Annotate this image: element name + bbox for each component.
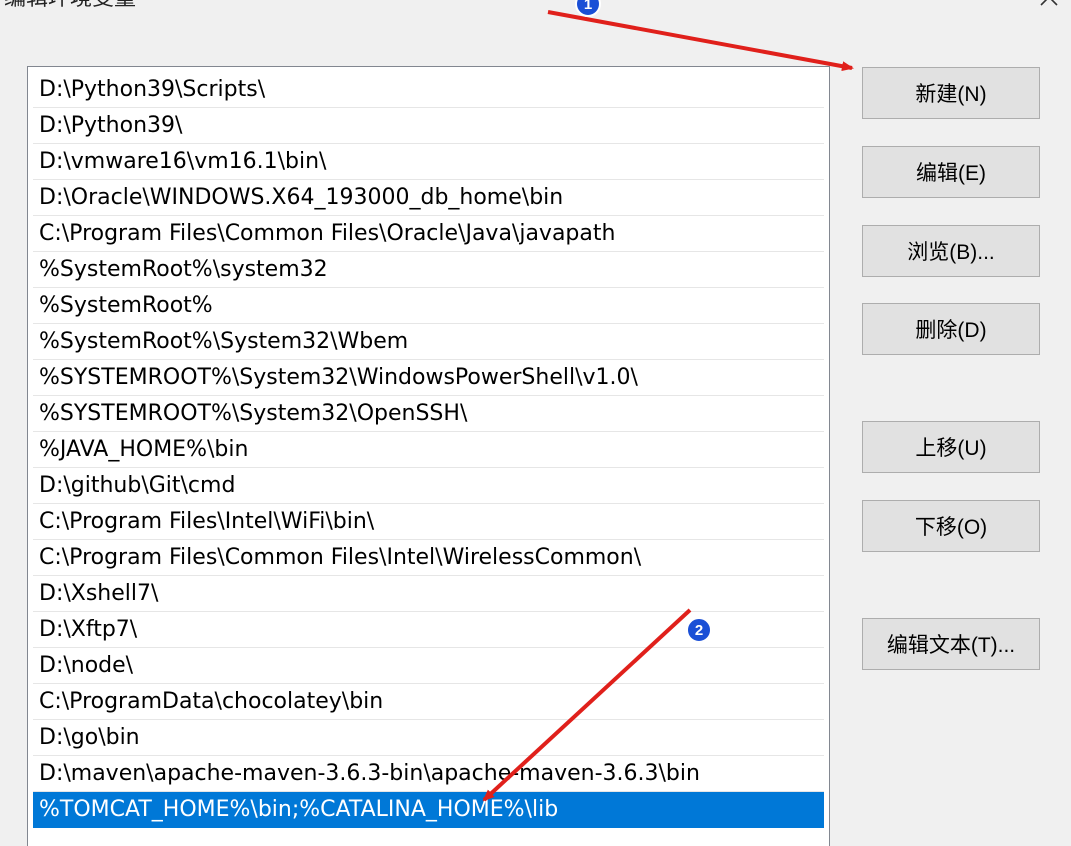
- list-item[interactable]: %JAVA_HOME%\bin: [33, 432, 824, 468]
- close-icon: [1040, 0, 1058, 6]
- list-item[interactable]: C:\Program Files\Intel\WiFi\bin\: [33, 504, 824, 540]
- list-item[interactable]: D:\github\Git\cmd: [33, 468, 824, 504]
- list-item[interactable]: D:\Xftp7\: [33, 612, 824, 648]
- move-down-button[interactable]: 下移(O): [862, 500, 1040, 552]
- list-item[interactable]: %SystemRoot%\System32\Wbem: [33, 324, 824, 360]
- path-list[interactable]: D:\Python39\Scripts\ D:\Python39\ D:\vmwar…: [27, 66, 830, 846]
- move-up-button[interactable]: 上移(U): [862, 421, 1040, 473]
- list-item[interactable]: %SystemRoot%: [33, 288, 824, 324]
- list-item[interactable]: D:\Python39\Scripts\: [33, 72, 824, 108]
- list-item[interactable]: %SystemRoot%\system32: [33, 252, 824, 288]
- list-item[interactable]: D:\Oracle\WINDOWS.X64_193000_db_home\bin: [33, 180, 824, 216]
- title-bar: 编辑环境变量: [0, 0, 1071, 12]
- list-item[interactable]: %SYSTEMROOT%\System32\OpenSSH\: [33, 396, 824, 432]
- list-item[interactable]: D:\maven\apache-maven-3.6.3-bin\apache-m…: [33, 756, 824, 792]
- list-item[interactable]: C:\ProgramData\chocolatey\bin: [33, 684, 824, 720]
- new-button[interactable]: 新建(N): [862, 67, 1040, 119]
- edit-text-button[interactable]: 编辑文本(T)...: [862, 618, 1040, 670]
- list-item-selected[interactable]: %TOMCAT_HOME%\bin;%CATALINA_HOME%\lib: [33, 792, 824, 828]
- list-item[interactable]: D:\vmware16\vm16.1\bin\: [33, 144, 824, 180]
- list-item[interactable]: C:\Program Files\Common Files\Oracle\Jav…: [33, 216, 824, 252]
- edit-environment-variable-dialog: 编辑环境变量 D:\Python39\Scripts\D:\Python39\D…: [0, 0, 1071, 846]
- list-item[interactable]: D:\Xshell7\: [33, 576, 824, 612]
- list-item[interactable]: C:\Program Files\Common Files\Intel\Wire…: [33, 540, 824, 576]
- list-item[interactable]: %SYSTEMROOT%\System32\WindowsPowerShell\…: [33, 360, 824, 396]
- list-item[interactable]: D:\node\: [33, 648, 824, 684]
- close-button[interactable]: [1027, 0, 1071, 12]
- edit-button[interactable]: 编辑(E): [862, 146, 1040, 198]
- list-item[interactable]: D:\go\bin: [33, 720, 824, 756]
- delete-button[interactable]: 删除(D): [862, 303, 1040, 355]
- list-item[interactable]: D:\Python39\: [33, 108, 824, 144]
- browse-button[interactable]: 浏览(B)...: [862, 225, 1040, 277]
- dialog-title: 编辑环境变量: [4, 0, 136, 12]
- annotation-arrow-1: [547, 10, 854, 72]
